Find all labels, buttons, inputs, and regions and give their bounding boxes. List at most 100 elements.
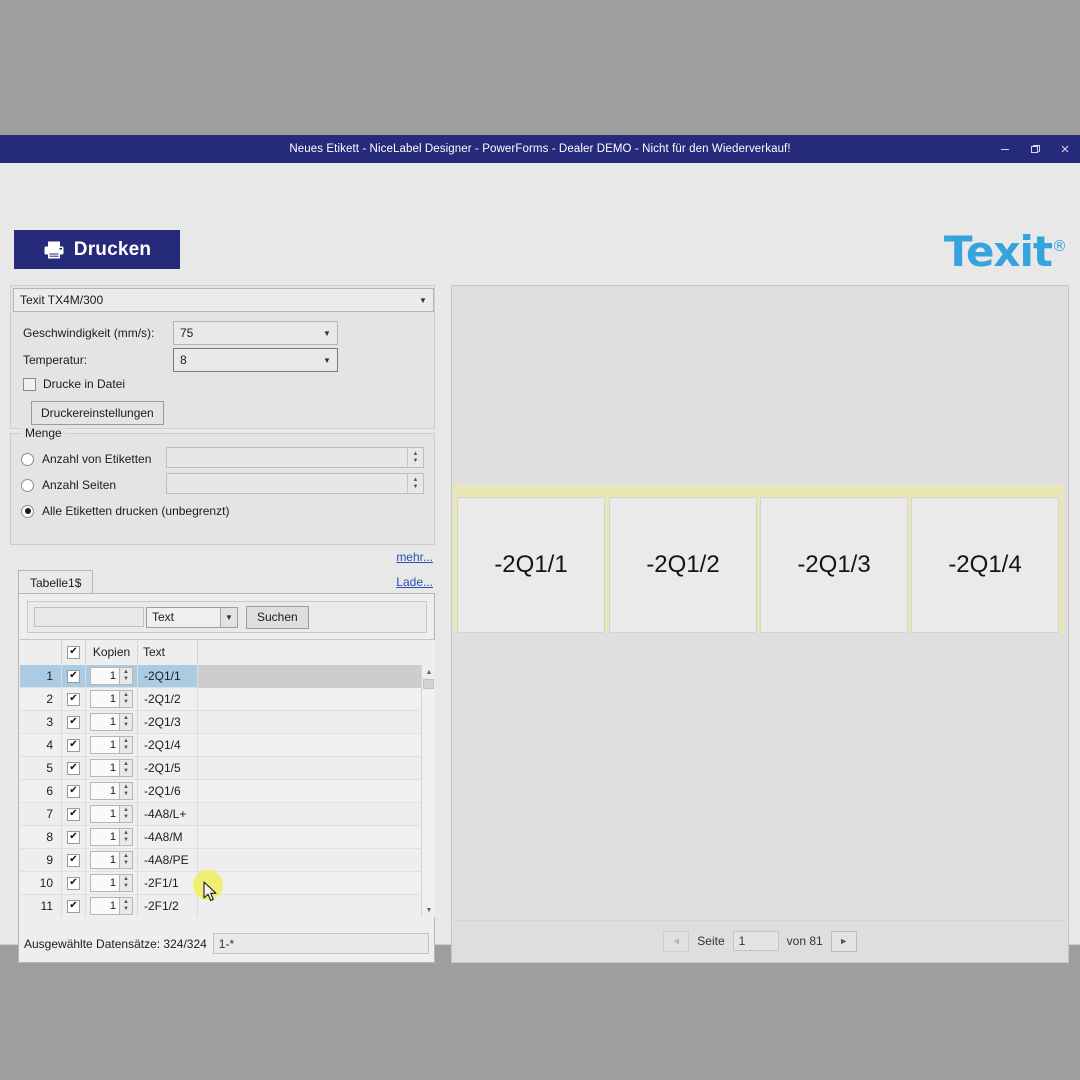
print-to-file-checkbox[interactable] (23, 378, 36, 391)
scroll-down-icon[interactable]: ▼ (422, 903, 435, 917)
radio-icon[interactable] (21, 505, 34, 518)
row-copies-value[interactable]: 1 (90, 736, 120, 754)
row-select-checkbox[interactable]: ✔ (62, 826, 86, 849)
more-link[interactable]: mehr... (396, 550, 433, 564)
preview-canvas[interactable]: -2Q1/1 -2Q1/2 -2Q1/3 -2Q1/4 (453, 287, 1067, 920)
checkbox-icon[interactable]: ✔ (67, 877, 80, 890)
row-copies-cell[interactable]: 1▲▼ (86, 734, 138, 757)
table-row[interactable]: 2✔1▲▼-2Q1/2 (20, 688, 435, 711)
minimize-icon[interactable] (990, 135, 1020, 163)
row-text-cell[interactable]: -2Q1/3 (138, 711, 198, 734)
record-filter-input[interactable]: 1-* (213, 933, 429, 954)
data-grid[interactable]: ✔ Kopien Text 1✔1▲▼-2Q1/12✔1▲▼-2Q1/23✔1▲… (20, 639, 435, 917)
row-copies-value[interactable]: 1 (90, 851, 120, 869)
checkbox-icon[interactable]: ✔ (67, 693, 80, 706)
speed-select[interactable]: 75 ▼ (173, 321, 338, 345)
row-copies-value[interactable]: 1 (90, 828, 120, 846)
label-card[interactable]: -2Q1/1 (457, 497, 605, 633)
row-text-cell[interactable]: -4A8/PE (138, 849, 198, 872)
print-to-file-row[interactable]: Drucke in Datei (23, 377, 125, 391)
radio-number-of-labels[interactable]: Anzahl von Etiketten (21, 452, 151, 466)
grid-header-text[interactable]: Text (138, 640, 198, 665)
checkbox-icon[interactable]: ✔ (67, 739, 80, 752)
row-text-cell[interactable]: -2Q1/6 (138, 780, 198, 803)
row-select-checkbox[interactable]: ✔ (62, 803, 86, 826)
select-all-checkbox[interactable]: ✔ (67, 646, 80, 659)
checkbox-icon[interactable]: ✔ (67, 716, 80, 729)
row-copies-value[interactable]: 1 (90, 805, 120, 823)
table-row[interactable]: 10✔1▲▼-2F1/1 (20, 872, 435, 895)
scroll-thumb[interactable] (423, 679, 434, 689)
row-select-checkbox[interactable]: ✔ (62, 665, 86, 688)
row-copies-value[interactable]: 1 (90, 667, 120, 685)
row-select-checkbox[interactable]: ✔ (62, 895, 86, 918)
row-select-checkbox[interactable]: ✔ (62, 872, 86, 895)
stepper-icon[interactable]: ▲▼ (120, 874, 133, 892)
search-field-select[interactable]: Text ▼ (146, 607, 238, 628)
row-copies-cell[interactable]: 1▲▼ (86, 872, 138, 895)
table-row[interactable]: 11✔1▲▼-2F1/2 (20, 895, 435, 917)
stepper-icon[interactable]: ▲▼ (120, 667, 133, 685)
row-copies-cell[interactable]: 1▲▼ (86, 711, 138, 734)
stepper-icon[interactable]: ▲▼ (120, 851, 133, 869)
stepper-icon[interactable]: ▲▼ (120, 897, 133, 915)
table-row[interactable]: 8✔1▲▼-4A8/M (20, 826, 435, 849)
search-input[interactable] (34, 607, 144, 627)
row-copies-value[interactable]: 1 (90, 874, 120, 892)
row-select-checkbox[interactable]: ✔ (62, 688, 86, 711)
radio-icon[interactable] (21, 453, 34, 466)
table-row[interactable]: 7✔1▲▼-4A8/L+ (20, 803, 435, 826)
row-copies-cell[interactable]: 1▲▼ (86, 826, 138, 849)
number-of-labels-input[interactable]: ▲▼ (166, 447, 424, 468)
row-text-cell[interactable]: -4A8/L+ (138, 803, 198, 826)
triangle-right-icon[interactable]: ► (831, 931, 857, 952)
row-text-cell[interactable]: -2Q1/4 (138, 734, 198, 757)
load-link[interactable]: Lade... (396, 575, 433, 589)
table-row[interactable]: 5✔1▲▼-2Q1/5 (20, 757, 435, 780)
printer-settings-button[interactable]: Druckereinstellungen (31, 401, 164, 425)
row-text-cell[interactable]: -2Q1/1 (138, 665, 198, 688)
checkbox-icon[interactable]: ✔ (67, 854, 80, 867)
print-button[interactable]: Drucken (14, 230, 180, 269)
row-select-checkbox[interactable]: ✔ (62, 780, 86, 803)
table-row[interactable]: 1✔1▲▼-2Q1/1 (20, 665, 435, 688)
table-row[interactable]: 3✔1▲▼-2Q1/3 (20, 711, 435, 734)
row-text-cell[interactable]: -2F1/2 (138, 895, 198, 918)
row-copies-value[interactable]: 1 (90, 759, 120, 777)
checkbox-icon[interactable]: ✔ (67, 831, 80, 844)
stepper-icon[interactable]: ▲▼ (120, 782, 133, 800)
checkbox-icon[interactable]: ✔ (67, 670, 80, 683)
row-copies-value[interactable]: 1 (90, 782, 120, 800)
grid-header-kopien[interactable]: Kopien (86, 640, 138, 665)
row-copies-cell[interactable]: 1▲▼ (86, 688, 138, 711)
row-copies-cell[interactable]: 1▲▼ (86, 803, 138, 826)
row-copies-value[interactable]: 1 (90, 897, 120, 915)
printer-select[interactable]: Texit TX4M/300 ▼ (13, 288, 434, 312)
row-copies-value[interactable]: 1 (90, 690, 120, 708)
stepper-icon[interactable]: ▲▼ (407, 448, 423, 467)
table-row[interactable]: 6✔1▲▼-2Q1/6 (20, 780, 435, 803)
row-select-checkbox[interactable]: ✔ (62, 849, 86, 872)
table-row[interactable]: 4✔1▲▼-2Q1/4 (20, 734, 435, 757)
radio-icon[interactable] (21, 479, 34, 492)
row-text-cell[interactable]: -2Q1/5 (138, 757, 198, 780)
row-copies-value[interactable]: 1 (90, 713, 120, 731)
stepper-icon[interactable]: ▲▼ (120, 736, 133, 754)
checkbox-icon[interactable]: ✔ (67, 808, 80, 821)
table-row[interactable]: 9✔1▲▼-4A8/PE (20, 849, 435, 872)
grid-header-select-all[interactable]: ✔ (62, 640, 86, 665)
triangle-left-icon[interactable]: ◄ (663, 931, 689, 952)
radio-print-all-labels[interactable]: Alle Etiketten drucken (unbegrenzt) (21, 504, 229, 518)
page-number-input[interactable]: 1 (733, 931, 779, 951)
search-button[interactable]: Suchen (246, 606, 309, 629)
row-copies-cell[interactable]: 1▲▼ (86, 757, 138, 780)
row-select-checkbox[interactable]: ✔ (62, 734, 86, 757)
stepper-icon[interactable]: ▲▼ (120, 713, 133, 731)
stepper-icon[interactable]: ▲▼ (407, 474, 423, 493)
temperature-select[interactable]: 8 ▼ (173, 348, 338, 372)
number-of-pages-input[interactable]: ▲▼ (166, 473, 424, 494)
row-copies-cell[interactable]: 1▲▼ (86, 849, 138, 872)
checkbox-icon[interactable]: ✔ (67, 762, 80, 775)
label-card[interactable]: -2Q1/3 (760, 497, 908, 633)
label-card[interactable]: -2Q1/4 (911, 497, 1059, 633)
